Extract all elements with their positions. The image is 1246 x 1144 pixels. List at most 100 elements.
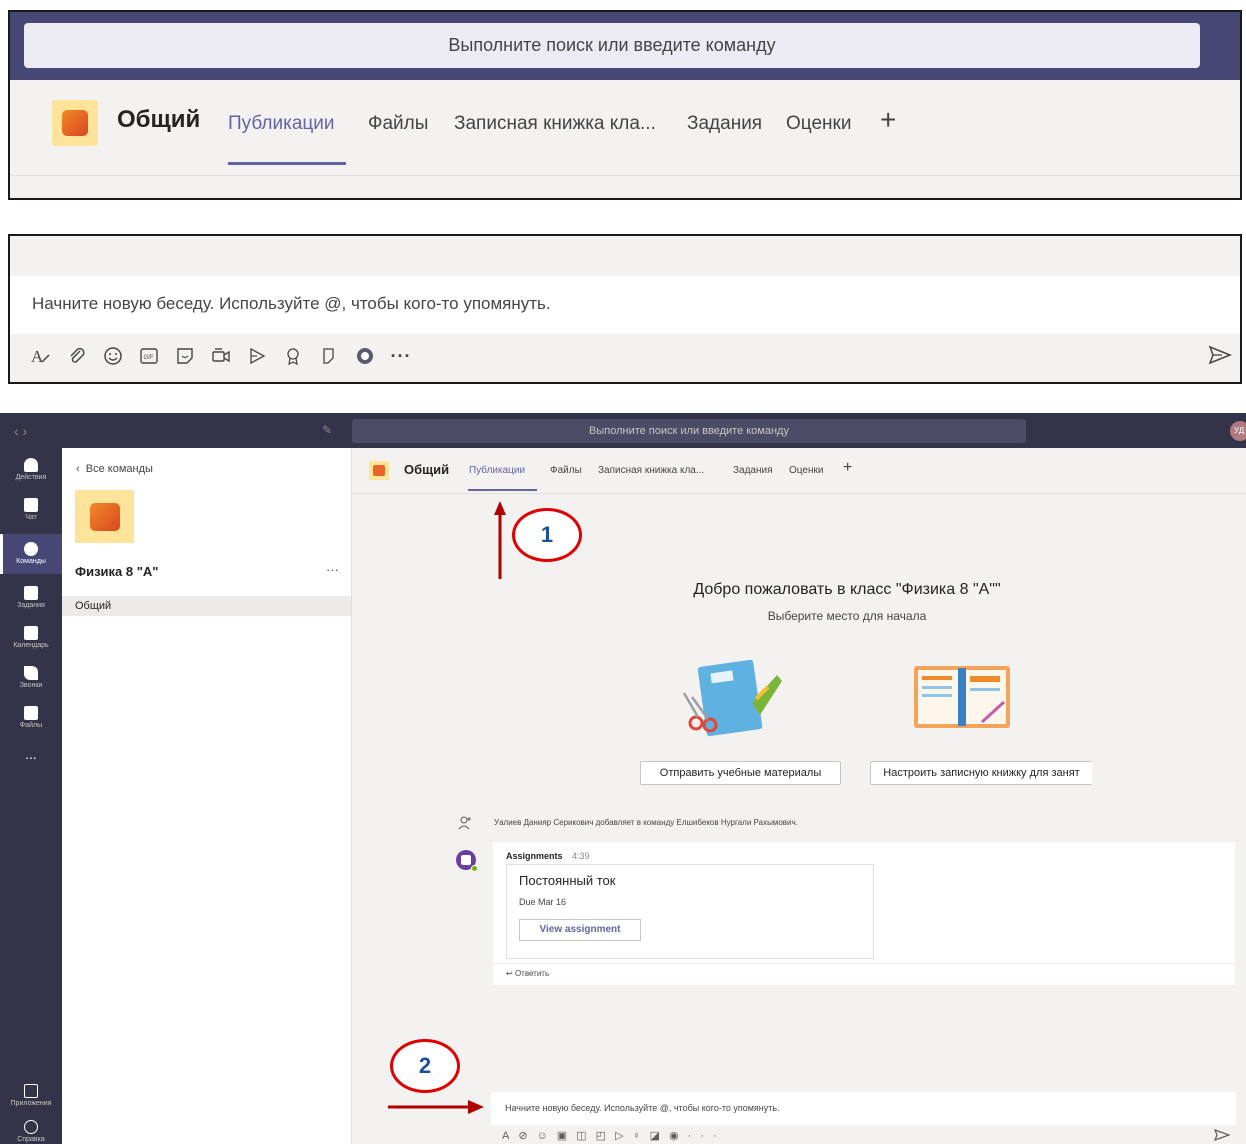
nav-arrows[interactable]: ‹ › — [14, 423, 27, 439]
svg-text:A: A — [31, 347, 44, 366]
chat-icon — [24, 498, 38, 512]
meet-icon[interactable] — [210, 345, 232, 367]
annotation-arrow-right — [388, 1100, 484, 1114]
search-input[interactable]: Выполните поиск или введите команду — [352, 419, 1026, 443]
rail-assignments[interactable]: Задания — [0, 582, 62, 616]
rail-files[interactable]: Файлы — [0, 702, 62, 736]
send-materials-button[interactable]: Отправить учебные материалы — [640, 761, 841, 785]
team-icon — [369, 461, 389, 480]
annotation-arrow-up — [494, 501, 506, 579]
compose-placeholder: Начните новую беседу. Используйте @, что… — [32, 294, 551, 313]
rail-teams[interactable]: Команды — [0, 534, 62, 574]
send-icon[interactable] — [1214, 1128, 1230, 1142]
assignment-due: Due Mar 16 — [519, 897, 567, 907]
activity-message: Уалиев Данияр Серикович добавляет в кома… — [494, 818, 798, 827]
help-icon — [24, 1120, 38, 1134]
view-assignment-button[interactable]: View assignment — [519, 919, 641, 941]
post-time: 4:39 — [572, 851, 590, 861]
emoji-icon[interactable] — [102, 345, 124, 367]
back-to-teams-link[interactable]: ‹ Все команды — [76, 463, 153, 475]
apps-icon — [24, 1084, 38, 1098]
stream-icon[interactable] — [246, 345, 268, 367]
post-card: Assignments 4:39 Постоянный ток Due Mar … — [493, 842, 1235, 985]
search-input[interactable]: Выполните поиск или введите команду — [24, 23, 1200, 68]
rail-activity[interactable]: Действия — [0, 454, 62, 488]
tab-posts[interactable]: Публикации — [228, 113, 335, 135]
praise-icon[interactable] — [282, 345, 304, 367]
add-tab-button[interactable]: + — [843, 459, 852, 477]
rail-chat[interactable]: Чат — [0, 494, 62, 528]
compose-box[interactable]: Начните новую беседу. Используйте @, что… — [491, 1092, 1236, 1125]
phone-icon — [24, 666, 38, 680]
channel-main: Общий Публикации Файлы Записная книжка к… — [352, 448, 1246, 1144]
channel-title: Общий — [404, 462, 450, 477]
post-author: Assignments — [506, 851, 563, 861]
setup-notebook-button[interactable]: Настроить записную книжку для занят — [870, 761, 1092, 785]
tab-notebook[interactable]: Записная книжка кла... — [454, 113, 656, 135]
rail-calendar[interactable]: Календарь — [0, 622, 62, 656]
files-icon — [24, 706, 38, 720]
zoomed-compose-panel: Начните новую беседу. Используйте @, что… — [8, 234, 1242, 384]
rail-apps[interactable]: Приложения — [0, 1080, 62, 1114]
gif-icon[interactable]: GIF — [138, 345, 160, 367]
welcome-title: Добро пожаловать в класс "Физика 8 "А"" — [693, 581, 1001, 598]
tab-grades[interactable]: Оценки — [786, 113, 851, 135]
tab-files[interactable]: Файлы — [550, 465, 582, 476]
team-name: Физика 8 "А" — [75, 564, 159, 579]
materials-illustration — [682, 653, 792, 743]
compose-toolbar: A GIF ··· — [30, 344, 412, 368]
calendar-icon — [24, 626, 38, 640]
approvals-icon[interactable] — [318, 345, 340, 367]
reply-icon: ↩ — [506, 969, 513, 978]
team-icon — [52, 100, 98, 146]
assignment-title: Постоянный ток — [519, 873, 616, 888]
team-more-button[interactable]: ··· — [326, 562, 339, 577]
active-tab-indicator — [468, 489, 537, 491]
assignments-bot-avatar — [456, 850, 478, 872]
channel-title: Общий — [117, 106, 201, 133]
app-icon[interactable] — [354, 345, 376, 367]
assignments-icon — [24, 586, 38, 600]
compose-placeholder: Начните новую беседу. Используйте @, что… — [505, 1103, 780, 1113]
more-icon[interactable]: ··· — [390, 345, 412, 367]
notebook-illustration — [912, 662, 1012, 732]
assignment-card[interactable]: Постоянный ток Due Mar 16 View assignmen… — [506, 864, 874, 959]
reply-link[interactable]: ↩ Ответить — [506, 969, 549, 978]
compose-toolbar[interactable]: A⊘☺▣◫◰▷♀◪◉··· — [502, 1129, 726, 1142]
rail-more[interactable]: ... — [0, 746, 62, 764]
bell-icon — [24, 458, 38, 472]
welcome-subtitle: Выберите место для начала — [767, 609, 927, 623]
tab-files[interactable]: Файлы — [368, 113, 428, 135]
rail-help[interactable]: Справка — [0, 1118, 62, 1144]
send-icon[interactable] — [1208, 344, 1232, 366]
top-bar: Выполните поиск или введите команду — [10, 12, 1240, 80]
format-icon[interactable]: A — [30, 345, 52, 367]
tab-notebook[interactable]: Записная книжка кла... — [598, 465, 704, 476]
sticker-icon[interactable] — [174, 345, 196, 367]
teams-sidebar: ‹ Все команды Физика 8 "А" ··· Общий — [62, 448, 352, 1144]
add-tab-button[interactable]: + — [880, 104, 896, 136]
title-bar: ‹ › ✎ Выполните поиск или введите команд… — [0, 413, 1246, 448]
active-tab-indicator — [228, 162, 346, 165]
teams-icon — [24, 542, 38, 556]
chevron-left-icon: ‹ — [76, 463, 80, 475]
new-chat-icon[interactable]: ✎ — [322, 423, 332, 437]
team-icon — [75, 490, 134, 543]
add-member-icon — [458, 816, 472, 830]
attach-icon[interactable] — [66, 345, 88, 367]
svg-text:GIF: GIF — [144, 355, 154, 361]
more-icon: ... — [25, 746, 37, 762]
app-rail: Действия Чат Команды Задания Календарь З… — [0, 448, 62, 1144]
channel-header: Общий Публикации Файлы Записная книжка к… — [10, 80, 1240, 176]
rail-calls[interactable]: Звонки — [0, 662, 62, 696]
tab-grades[interactable]: Оценки — [789, 465, 823, 476]
tab-posts[interactable]: Публикации — [469, 465, 525, 476]
teams-window: ‹ › ✎ Выполните поиск или введите команд… — [0, 413, 1246, 1144]
tab-assignments[interactable]: Задания — [733, 465, 773, 476]
avatar[interactable]: УД — [1230, 421, 1246, 441]
annotation-marker-2: 2 — [390, 1039, 460, 1093]
zoomed-header-panel: Выполните поиск или введите команду Общи… — [8, 10, 1242, 200]
tab-assignments[interactable]: Задания — [687, 113, 762, 135]
channel-item-general[interactable]: Общий — [62, 596, 351, 616]
channel-header: Общий Публикации Файлы Записная книжка к… — [352, 448, 1246, 494]
